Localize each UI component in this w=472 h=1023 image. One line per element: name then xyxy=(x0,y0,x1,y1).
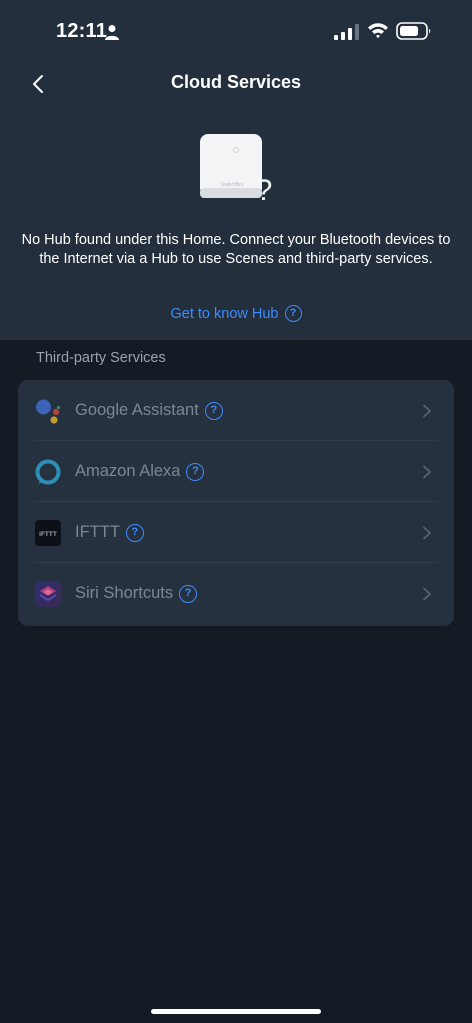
hub-brand-label: SwitchBot xyxy=(221,182,244,188)
chevron-right-icon xyxy=(423,465,431,478)
service-label: Siri Shortcuts xyxy=(75,584,174,602)
service-google-assistant[interactable]: Google Assistant ? xyxy=(18,380,454,441)
battery-icon xyxy=(396,22,431,40)
get-to-know-hub-label: Get to know Hub xyxy=(170,305,279,322)
status-time: 12:11 xyxy=(56,20,108,42)
help-icon[interactable]: ? xyxy=(204,401,223,420)
google-assistant-icon xyxy=(35,398,61,424)
hub-device-illustration: SwitchBot ? xyxy=(200,134,273,207)
svg-text:IFTTT: IFTTT xyxy=(39,531,57,538)
alexa-icon xyxy=(35,459,61,485)
service-label: Amazon Alexa xyxy=(75,462,181,480)
help-icon[interactable]: ? xyxy=(186,462,205,481)
help-icon[interactable]: ? xyxy=(179,584,198,603)
chevron-right-icon xyxy=(423,587,431,600)
service-siri-shortcuts[interactable]: Siri Shortcuts ? xyxy=(18,563,454,624)
service-ifttt[interactable]: IFTTT IFTTT ? xyxy=(18,502,454,563)
cellular-signal-icon xyxy=(334,24,359,40)
service-label: IFTTT xyxy=(75,523,120,541)
help-icon: ? xyxy=(284,305,302,322)
services-list: Google Assistant ? Amazon Alexa ? IFTTT … xyxy=(18,380,454,626)
person-icon xyxy=(105,25,119,40)
chevron-right-icon xyxy=(423,404,431,417)
home-indicator[interactable] xyxy=(151,1009,321,1014)
page-title: Cloud Services xyxy=(170,72,302,92)
chevron-right-icon xyxy=(423,526,431,539)
no-hub-message: No Hub found under this Home. Connect yo… xyxy=(21,232,451,267)
ifttt-icon: IFTTT xyxy=(35,519,61,546)
help-icon[interactable]: ? xyxy=(125,523,144,542)
wifi-icon xyxy=(368,23,388,39)
section-title: Third-party Services xyxy=(36,350,166,366)
status-bar: 12:11 xyxy=(0,0,472,60)
get-to-know-hub-link[interactable]: Get to know Hub ? xyxy=(0,305,472,322)
question-mark-icon: ? xyxy=(256,174,273,207)
service-amazon-alexa[interactable]: Amazon Alexa ? xyxy=(18,441,454,502)
siri-shortcuts-icon xyxy=(35,580,61,607)
service-label: Google Assistant xyxy=(75,401,199,419)
